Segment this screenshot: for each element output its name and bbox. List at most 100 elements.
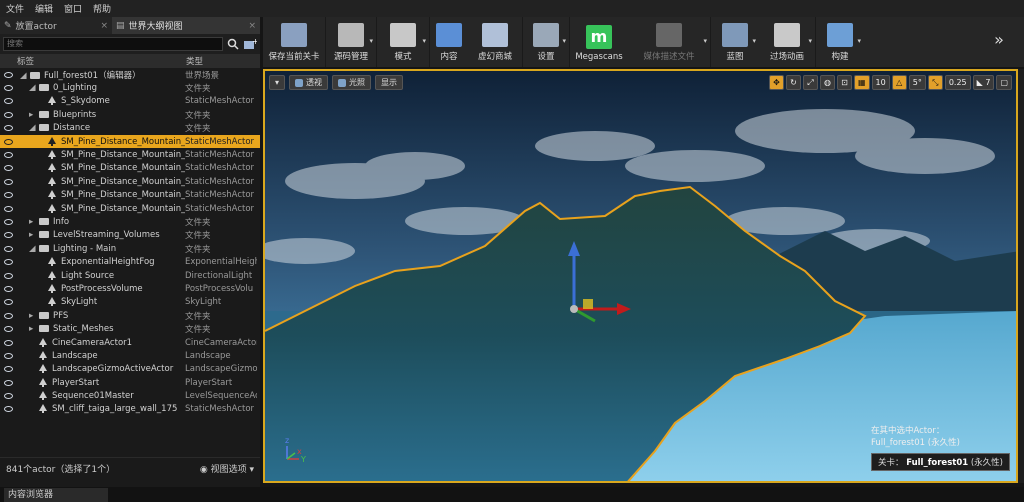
outliner-row[interactable]: Landscape Landscape — [0, 349, 260, 362]
visibility-eye-icon[interactable] — [4, 326, 13, 333]
outliner-row[interactable]: CineCameraActor1 CineCameraActor — [0, 336, 260, 349]
search-icon[interactable] — [227, 38, 239, 50]
toolbar-button-modes[interactable]: 模式 ▾ — [377, 17, 429, 67]
angle-snap-value[interactable]: 5° — [908, 75, 926, 90]
toolbar-button-content[interactable]: 内容 — [430, 17, 468, 67]
grid-snap-icon[interactable]: ▦ — [853, 75, 870, 90]
collapsed-arrow-icon[interactable]: ▸ — [29, 110, 37, 120]
visibility-eye-icon[interactable] — [4, 138, 13, 145]
outliner-row[interactable]: SM_Pine_Distance_Mountain_8 StaticMeshAct… — [0, 189, 260, 202]
visibility-eye-icon[interactable] — [4, 245, 13, 252]
outliner-row[interactable]: Sequence01Master LevelSequenceAc — [0, 389, 260, 402]
view-options-button[interactable]: ◉ 视图选项 ▾ — [200, 462, 254, 475]
chevron-down-icon[interactable]: ▾ — [703, 37, 707, 45]
outliner-row[interactable]: ◢ Full_forest01（编辑器） 世界场景 — [0, 68, 260, 81]
scale-snap-icon[interactable]: ⤡ — [927, 75, 943, 90]
visibility-eye-icon[interactable] — [4, 232, 13, 239]
outliner-row[interactable]: ▸ Blueprints 文件夹 — [0, 108, 260, 121]
collapsed-arrow-icon[interactable]: ◢ — [20, 71, 28, 81]
toolbar-button-marketplace[interactable]: 虚幻商城 — [468, 17, 522, 67]
expanded-arrow-icon[interactable]: ◢ — [29, 123, 37, 133]
chevron-down-icon[interactable]: ▾ — [808, 37, 812, 45]
surface-snap-icon[interactable]: ⊡ — [836, 75, 852, 90]
outliner-row[interactable]: ▸ PFS 文件夹 — [0, 309, 260, 322]
toolbar-overflow-icon[interactable]: » — [974, 17, 1024, 67]
menu-edit[interactable]: 编辑 — [33, 2, 62, 15]
camera-speed-button[interactable]: ◣ 7 — [972, 75, 995, 90]
outliner-row[interactable]: ExponentialHeightFog ExponentialHeigh — [0, 255, 260, 268]
column-type-header[interactable]: 类型 — [186, 55, 203, 67]
outliner-row[interactable]: Light Source DirectionalLight — [0, 269, 260, 282]
outliner-row[interactable]: ◢ Lighting - Main 文件夹 — [0, 242, 260, 255]
visibility-eye-icon[interactable] — [4, 366, 13, 373]
column-label-header[interactable]: 标签 — [17, 55, 34, 67]
visibility-eye-icon[interactable] — [4, 406, 13, 413]
add-folder-icon[interactable]: + — [243, 38, 257, 50]
visibility-eye-icon[interactable] — [4, 192, 13, 199]
visibility-eye-icon[interactable] — [4, 285, 13, 292]
visibility-eye-icon[interactable] — [4, 71, 13, 78]
outliner-row[interactable]: ▸ LevelStreaming_Volumes 文件夹 — [0, 229, 260, 242]
visibility-eye-icon[interactable] — [4, 125, 13, 132]
toolbar-button-settings[interactable]: 设置 ▾ — [523, 17, 569, 67]
close-icon[interactable]: × — [100, 21, 108, 31]
visibility-eye-icon[interactable] — [4, 393, 13, 400]
tab-content-browser[interactable]: 内容浏览器 — [4, 488, 108, 502]
toolbar-button-build[interactable]: 构建 ▾ — [816, 17, 864, 67]
visibility-eye-icon[interactable] — [4, 178, 13, 185]
outliner-row[interactable]: PlayerStart PlayerStart — [0, 376, 260, 389]
outliner-row[interactable]: SM_Pine_Distance_Mountain_7 StaticMeshAct… — [0, 175, 260, 188]
angle-snap-icon[interactable]: △ — [891, 75, 907, 90]
maximize-viewport-icon[interactable]: ▢ — [996, 75, 1012, 90]
tab-world-outliner[interactable]: ▤ 世界大纲视图 × — [112, 17, 260, 34]
visibility-eye-icon[interactable] — [4, 85, 13, 92]
visibility-eye-icon[interactable] — [4, 152, 13, 159]
visibility-eye-icon[interactable] — [4, 98, 13, 105]
outliner-row[interactable]: SM_Pine_Distance_Mountain_6 StaticMeshAct… — [0, 162, 260, 175]
outliner-row[interactable]: LandscapeGizmoActiveActor LandscapeGizmo — [0, 363, 260, 376]
chevron-down-icon[interactable]: ▾ — [857, 37, 861, 45]
expanded-arrow-icon[interactable]: ◢ — [29, 244, 37, 254]
visibility-eye-icon[interactable] — [4, 312, 13, 319]
visibility-eye-icon[interactable] — [4, 339, 13, 346]
toolbar-button-media-profile[interactable]: 媒体描述文件 ▾ — [628, 17, 710, 67]
collapsed-arrow-icon[interactable]: ▸ — [29, 311, 37, 321]
perspective-button[interactable]: 透视 — [289, 75, 329, 90]
outliner-row[interactable]: S_Skydome StaticMeshActor — [0, 95, 260, 108]
visibility-eye-icon[interactable] — [4, 218, 13, 225]
toolbar-button-source-control[interactable]: 源码管理 ▾ — [326, 17, 376, 67]
visibility-eye-icon[interactable] — [4, 352, 13, 359]
collapsed-arrow-icon[interactable]: ▸ — [29, 217, 37, 227]
outliner-row[interactable]: SkyLight SkyLight — [0, 296, 260, 309]
toolbar-button-megascans[interactable]: m Megascans — [570, 17, 628, 67]
toolbar-button-save[interactable]: 保存当前关卡 — [263, 17, 325, 67]
viewport-menu-button[interactable]: ▾ — [269, 75, 286, 90]
chevron-down-icon[interactable]: ▾ — [369, 37, 373, 45]
viewport-scene[interactable]: z Y x — [265, 71, 1018, 483]
scale-tool-icon[interactable]: ⤢ — [802, 75, 818, 90]
visibility-eye-icon[interactable] — [4, 272, 13, 279]
menu-file[interactable]: 文件 — [4, 2, 33, 15]
visibility-eye-icon[interactable] — [4, 259, 13, 266]
collapsed-arrow-icon[interactable]: ▸ — [29, 324, 37, 334]
close-icon[interactable]: × — [248, 21, 256, 31]
scale-snap-value[interactable]: 0.25 — [944, 75, 971, 90]
outliner-row[interactable]: SM_Pine_Distance_Mountain_5 StaticMeshAct… — [0, 148, 260, 161]
outliner-row[interactable]: SM_Pine_Distance_Mountain_9 StaticMeshAct… — [0, 202, 260, 215]
level-viewport[interactable]: z Y x ▾ 透视 光照 显示 ✥ ↻ ⤢ ◍ ⊡ ▦ 10 △ 5° ⤡ 0… — [263, 69, 1018, 483]
expanded-arrow-icon[interactable]: ◢ — [29, 83, 37, 93]
visibility-eye-icon[interactable] — [4, 299, 13, 306]
outliner-row[interactable]: ▸ Static_Meshes 文件夹 — [0, 322, 260, 335]
search-input[interactable]: 搜索 — [3, 37, 223, 51]
visibility-eye-icon[interactable] — [4, 111, 13, 118]
grid-snap-value[interactable]: 10 — [871, 75, 890, 90]
menu-help[interactable]: 帮助 — [91, 2, 120, 15]
outliner-row[interactable]: PostProcessVolume PostProcessVolu — [0, 282, 260, 295]
visibility-eye-icon[interactable] — [4, 165, 13, 172]
lit-button[interactable]: 光照 — [332, 75, 372, 90]
chevron-down-icon[interactable]: ▾ — [752, 37, 756, 45]
outliner-row[interactable]: SM_Pine_Distance_Mountain_0 StaticMeshAct… — [0, 134, 260, 149]
show-button[interactable]: 显示 — [375, 75, 404, 90]
rotate-tool-icon[interactable]: ↻ — [785, 75, 801, 90]
menu-window[interactable]: 窗口 — [62, 2, 91, 15]
